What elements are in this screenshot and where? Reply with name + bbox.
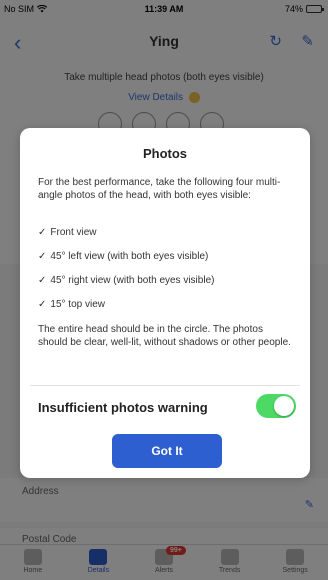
check-icon: ✓ [38,275,47,286]
check-icon: ✓ [38,227,47,238]
view-text: 45° left view (with both eyes visible) [50,251,209,262]
got-it-button[interactable]: Got It [112,434,222,468]
screen: No SIM 11:39 AM 74% ‹ Ying ↻ ✎ Take mult… [0,0,328,580]
photo-views-list: ✓ Front view ✓ 45° left view (with both ey… [38,227,298,323]
list-item: ✓ 15° top view [38,299,298,323]
dialog-title: Photos [142,146,188,161]
view-text: 15° top view [50,299,105,310]
list-item: ✓ 45° left view (with both eyes visible) [38,251,298,275]
list-item: ✓ Front view [38,227,298,251]
list-item: ✓ 45° right view (with both eyes visible) [38,275,298,299]
dialog-intro: For the best performance, take the follo… [38,177,281,201]
toggle-knob [274,396,294,416]
view-text: 45° right view (with both eyes visible) [50,275,215,286]
warning-label: Insufficient photos warning [38,400,208,415]
view-text: Front view [50,227,97,238]
check-icon: ✓ [38,251,47,262]
warning-toggle[interactable] [256,394,296,418]
photos-dialog: Photos For the best performance, take th… [20,128,310,478]
check-icon: ✓ [38,299,47,310]
dialog-note: The entire head should be in the circle.… [38,324,291,348]
divider [30,385,300,386]
